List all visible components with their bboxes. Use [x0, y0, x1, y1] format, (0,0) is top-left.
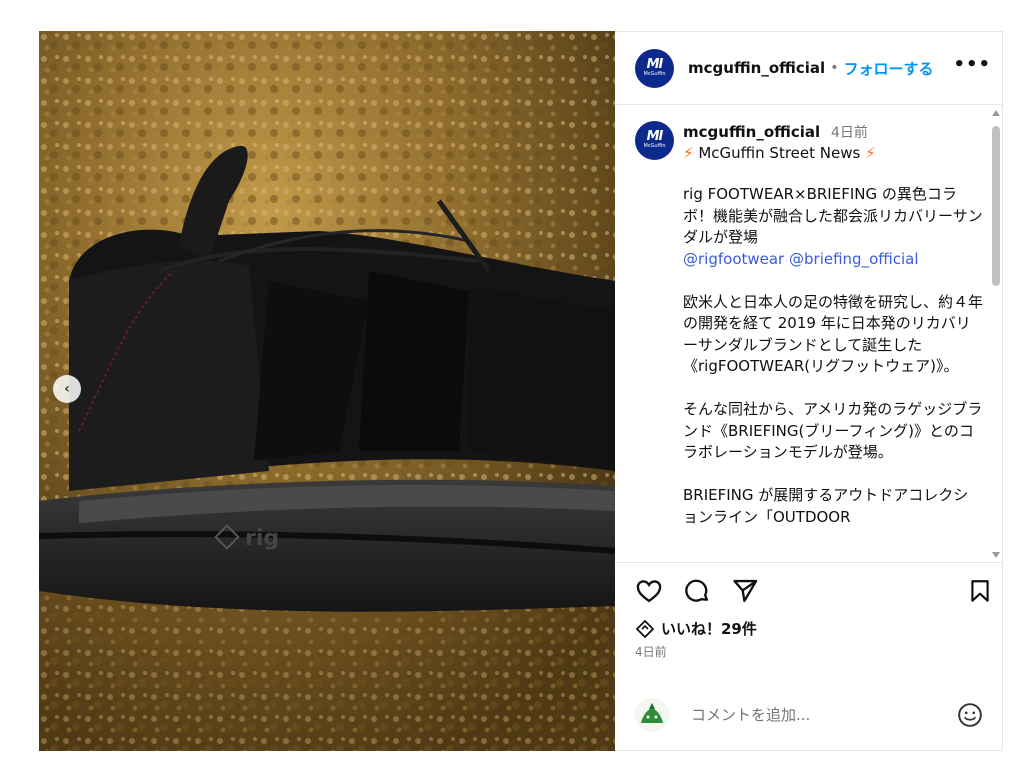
like-badge-icon [635, 619, 655, 638]
comment-row [635, 698, 987, 732]
logo-brand: McGuffin [643, 143, 666, 149]
mention-link[interactable]: @briefing_official [789, 250, 919, 268]
caption-paragraph: 欧米人と日本人の足の特徴を研究し、約４年の開発を経て 2019 年に日本発のリカ… [683, 292, 984, 376]
logo-mark: MI [646, 129, 664, 144]
caption-paragraph: BRIEFING が展開するアウトドアコレクションライン「OUTDOOR [683, 486, 969, 526]
caption-area[interactable]: MI McGuffin mcguffin_official 4日前 ⚡ McGu… [615, 106, 1003, 562]
lightning-icon: ⚡ [683, 144, 694, 162]
previous-photo-button[interactable]: ‹ [53, 375, 81, 403]
logo-brand: McGuffin [643, 70, 666, 77]
caption-paragraph: そんな同社から、アメリカ発のラゲッジブランド《BRIEFING(ブリーフィング)… [683, 400, 983, 461]
likes-count[interactable]: いいね！29件 [635, 618, 757, 639]
caption-subtitle-text: McGuffin Street News [698, 144, 861, 162]
account-avatar[interactable]: MI McGuffin [635, 48, 674, 88]
caption-username[interactable]: mcguffin_official [683, 123, 820, 141]
share-icon[interactable] [731, 577, 759, 609]
emoji-icon[interactable] [957, 702, 983, 732]
lightning-icon: ⚡ [865, 144, 876, 162]
caption-scrollbar[interactable] [989, 106, 1003, 562]
more-options-icon[interactable]: ••• [953, 54, 991, 75]
user-avatar[interactable] [635, 698, 669, 732]
heart-icon[interactable] [635, 577, 663, 609]
scroll-up-icon[interactable] [992, 110, 1000, 116]
caption-body: rig FOOTWEAR×BRIEFING の異色コラボ！機能美が融合した都会派… [683, 184, 983, 550]
post-photo: rig [39, 31, 615, 751]
comment-input[interactable] [689, 705, 929, 725]
caption-subtitle: ⚡ McGuffin Street News ⚡ [683, 144, 876, 162]
scroll-thumb[interactable] [992, 126, 1000, 286]
caption-header: mcguffin_official 4日前 [683, 122, 868, 142]
mention-link[interactable]: @rigfootwear [683, 250, 784, 268]
caption-paragraph: rig FOOTWEAR×BRIEFING の異色コラボ！機能美が融合した都会派… [683, 184, 983, 270]
caption-text: rig FOOTWEAR×BRIEFING の異色コラボ！機能美が融合した都会派… [683, 185, 983, 246]
caption-time[interactable]: 4日前 [831, 125, 868, 141]
action-bar [635, 577, 989, 609]
svg-text:rig: rig [245, 526, 279, 551]
bookmark-icon[interactable] [967, 577, 993, 609]
likes-text: いいね！29件 [661, 620, 757, 638]
divider [615, 562, 1003, 563]
header-username[interactable]: mcguffin_official [688, 59, 825, 77]
caption-avatar[interactable]: MI McGuffin [635, 121, 674, 160]
post-header: MI McGuffin mcguffin_official • フォローする •… [615, 32, 1003, 105]
comment-icon[interactable] [683, 577, 711, 609]
post-side-panel: MI McGuffin mcguffin_official • フォローする •… [615, 31, 1003, 751]
scroll-down-icon[interactable] [992, 552, 1000, 558]
sandal-image: rig [39, 31, 615, 751]
header-separator: • [830, 60, 839, 76]
chevron-left-icon: ‹ [64, 381, 70, 397]
logo-mark: MI [646, 56, 664, 72]
follow-button[interactable]: フォローする [843, 58, 933, 79]
post-date: 4日前 [635, 645, 667, 659]
